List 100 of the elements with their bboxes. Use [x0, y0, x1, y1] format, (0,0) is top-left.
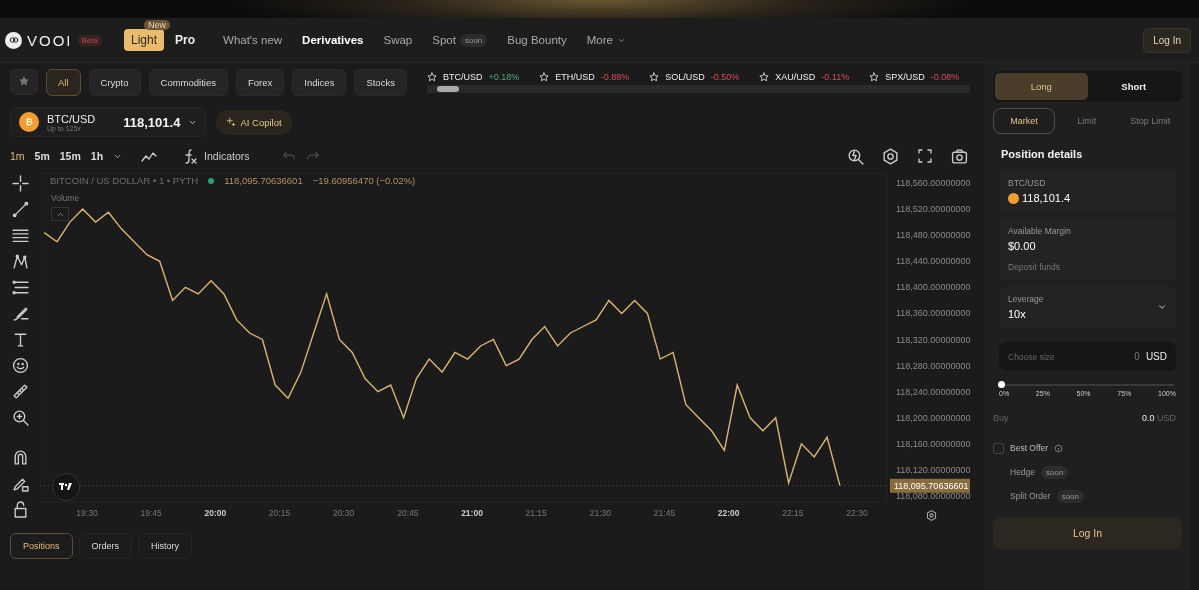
- leverage-selector[interactable]: Leverage 10x: [999, 286, 1176, 328]
- ticker-symbol[interactable]: BTC/USD: [442, 71, 483, 82]
- x-axis-label: 20:00: [204, 508, 227, 518]
- ticker-symbol[interactable]: ETH/USD: [555, 71, 595, 82]
- legend-price: 118,095.70636601: [224, 175, 303, 186]
- y-axis-label: 118,240.00000000: [896, 386, 971, 397]
- size-input[interactable]: 0: [1097, 350, 1142, 363]
- x-axis-label: 22:15: [782, 508, 804, 518]
- option-label: Best Offer: [1010, 443, 1049, 453]
- nav-link[interactable]: Bug Bounty: [502, 34, 572, 46]
- margin-label: Available Margin: [1008, 226, 1072, 236]
- slider-thumb[interactable]: [998, 381, 1005, 388]
- search-icon: [847, 147, 864, 165]
- positions-tab[interactable]: Orders: [78, 533, 133, 559]
- trend-line-icon: [11, 201, 29, 218]
- smiley-icon: [11, 357, 29, 374]
- y-axis-label: 118,200.00000000: [896, 412, 971, 423]
- interval-button[interactable]: 1h: [90, 150, 104, 162]
- magnet-icon: [11, 449, 29, 466]
- nav-link[interactable]: More: [581, 34, 631, 46]
- category-filter[interactable]: Indices: [292, 68, 347, 96]
- order-type-tab[interactable]: Market: [993, 108, 1055, 134]
- buy-value: 0.0: [1141, 413, 1155, 423]
- interval-button[interactable]: 15m: [59, 150, 81, 162]
- buy-label: Buy: [993, 413, 1009, 423]
- soon-badge: soon: [1041, 465, 1069, 479]
- x-axis-label: 20:15: [268, 508, 291, 518]
- x-axis-label: 22:30: [846, 508, 868, 518]
- checkbox[interactable]: [993, 442, 1004, 454]
- brush-icon: [11, 305, 29, 322]
- drawing-tool-button[interactable]: [11, 409, 29, 426]
- mode-toggle[interactable]: Light: [124, 29, 164, 51]
- mode-toggle[interactable]: Pro: [168, 29, 203, 51]
- side-tab[interactable]: Long: [995, 73, 1088, 100]
- ticker-change: -0.50%: [710, 71, 740, 82]
- star-outline-icon: [426, 71, 437, 82]
- category-filter[interactable]: Stocks: [354, 68, 407, 96]
- ai-copilot-button[interactable]: AI Copilot: [216, 109, 292, 135]
- buy-unit: USD: [1157, 413, 1176, 423]
- fullscreen-button[interactable]: [917, 148, 933, 164]
- zoom-in-icon: [11, 409, 29, 426]
- horizontal-scrollbar[interactable]: [426, 84, 970, 93]
- ticker-change: +0.18%: [488, 71, 520, 82]
- category-filter[interactable]: Crypto: [88, 68, 141, 96]
- login-button[interactable]: Log In: [993, 517, 1182, 549]
- category-filter[interactable]: All: [46, 68, 81, 96]
- side-tab[interactable]: Short: [1087, 73, 1180, 100]
- drawing-tool-button[interactable]: [11, 175, 29, 192]
- drawing-tool-button[interactable]: [11, 227, 29, 244]
- ticker-symbol[interactable]: XAU/USD: [775, 71, 816, 82]
- pair-label: BTC/USD: [1008, 178, 1047, 188]
- drawing-tool-button[interactable]: [11, 449, 29, 466]
- positions-tab[interactable]: History: [138, 533, 193, 559]
- category-filter[interactable]: Forex: [236, 68, 285, 96]
- star-outline-icon: [869, 71, 880, 82]
- chart-logo-icon: [52, 473, 80, 501]
- y-axis-label: 118,120.00000000: [896, 464, 971, 475]
- deposit-link[interactable]: Deposit funds: [1008, 262, 1167, 272]
- ticker-symbol[interactable]: SPX/USD: [885, 71, 925, 82]
- nav-link[interactable]: Spot soon: [427, 33, 493, 47]
- pattern-icon: [11, 253, 29, 270]
- volume-label: Volume: [51, 193, 80, 203]
- info-icon[interactable]: [1054, 443, 1064, 453]
- quick-search-button[interactable]: [847, 147, 864, 165]
- order-type-tab[interactable]: Stop Limit: [1118, 108, 1182, 134]
- interval-button[interactable]: 1m: [10, 150, 25, 162]
- drawing-tool-button[interactable]: [11, 253, 29, 270]
- y-axis-label: 118,400.00000000: [896, 282, 971, 293]
- favorites-button[interactable]: [10, 69, 38, 95]
- last-price-tag: 118,095.70636601: [890, 478, 970, 493]
- market-price: 118,101.4: [123, 114, 181, 130]
- nav-link[interactable]: Swap: [378, 34, 418, 46]
- drawing-tool-button[interactable]: [11, 357, 29, 374]
- ticker-symbol[interactable]: SOL/USD: [665, 71, 705, 82]
- positions-tab[interactable]: Positions: [10, 533, 73, 559]
- nav-link[interactable]: What's new: [218, 34, 288, 46]
- drawing-tool-button[interactable]: [11, 201, 29, 218]
- x-axis-label: 22:00: [717, 508, 740, 518]
- x-axis-label: 20:45: [397, 508, 419, 518]
- settings-icon: [925, 509, 938, 522]
- ruler-icon: [11, 383, 29, 400]
- screenshot-button[interactable]: [951, 147, 968, 165]
- x-axis-label: 21:30: [589, 508, 611, 518]
- axis-settings-button[interactable]: [925, 509, 938, 522]
- star-outline-icon: [759, 71, 770, 82]
- chart-settings-button[interactable]: [882, 147, 899, 165]
- ticker-change: -0.11%: [821, 71, 850, 82]
- star-icon: [19, 76, 29, 86]
- login-button[interactable]: Log In: [1143, 27, 1191, 53]
- category-filter[interactable]: Commodities: [148, 68, 228, 96]
- drawing-tool-button[interactable]: [11, 279, 29, 296]
- interval-button[interactable]: 5m: [34, 150, 50, 162]
- drawing-tool-button[interactable]: [11, 305, 29, 322]
- drawing-tool-button[interactable]: [11, 501, 29, 518]
- order-type-tab[interactable]: Limit: [1055, 108, 1119, 134]
- chart-title: BITCOIN / US DOLLAR • 1 • PYTH: [50, 175, 199, 186]
- soon-badge: soon: [1056, 489, 1084, 503]
- nav-link[interactable]: Derivatives: [297, 34, 369, 46]
- indicators-button[interactable]: Indicators: [182, 148, 250, 164]
- drawing-tool-button[interactable]: [11, 383, 29, 400]
